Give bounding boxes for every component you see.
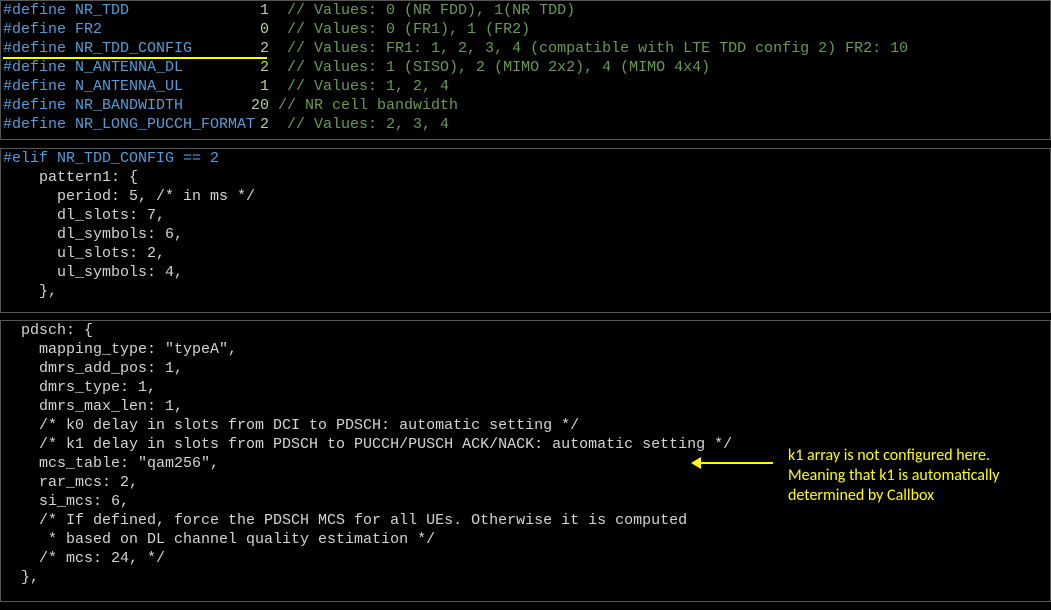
- define-row: #define N_ANTENNA_DL2 // Values: 1 (SISO…: [1, 58, 1050, 77]
- code-line: pattern1: {: [1, 168, 1050, 187]
- arrow-head-icon: [691, 457, 701, 469]
- code-line: },: [1, 282, 1050, 301]
- elif-line: #elif NR_TDD_CONFIG == 2: [1, 149, 1050, 168]
- code-line: },: [1, 568, 1050, 587]
- code-line: mapping_type: "typeA",: [1, 340, 1050, 359]
- code-line: * based on DL channel quality estimation…: [1, 530, 1050, 549]
- define-row: #define N_ANTENNA_UL1 // Values: 1, 2, 4: [1, 77, 1050, 96]
- code-line: ul_symbols: 4,: [1, 263, 1050, 282]
- code-line: dmrs_max_len: 1,: [1, 397, 1050, 416]
- code-line: /* mcs: 24, */: [1, 549, 1050, 568]
- code-line: /* If defined, force the PDSCH MCS for a…: [1, 511, 1050, 530]
- code-line: ul_slots: 2,: [1, 244, 1050, 263]
- define-row: #define NR_LONG_PUCCH_FORMAT2 // Values:…: [1, 115, 1050, 134]
- pattern-panel: #elif NR_TDD_CONFIG == 2 pattern1: { per…: [0, 148, 1051, 313]
- code-line: dmrs_type: 1,: [1, 378, 1050, 397]
- define-row: #define NR_TDD_CONFIG2 // Values: FR1: 1…: [1, 39, 1050, 58]
- code-line: dl_slots: 7,: [1, 206, 1050, 225]
- code-line: dmrs_add_pos: 1,: [1, 359, 1050, 378]
- annotation-text: k1 array is not configured here. Meaning…: [788, 446, 1038, 506]
- define-row: #define NR_TDD1 // Values: 0 (NR FDD), 1…: [1, 1, 1050, 20]
- code-line: pdsch: {: [1, 321, 1050, 340]
- code-line: dl_symbols: 6,: [1, 225, 1050, 244]
- define-row: #define FR20 // Values: 0 (FR1), 1 (FR2): [1, 20, 1050, 39]
- code-line: period: 5, /* in ms */: [1, 187, 1050, 206]
- code-line: /* k0 delay in slots from DCI to PDSCH: …: [1, 416, 1050, 435]
- define-row: #define NR_BANDWIDTH20 // NR cell bandwi…: [1, 96, 1050, 115]
- highlight-underline: [3, 57, 267, 59]
- pdsch-panel: pdsch: { mapping_type: "typeA", dmrs_add…: [0, 320, 1051, 602]
- arrow-line: [698, 462, 773, 464]
- defines-panel: #define NR_TDD1 // Values: 0 (NR FDD), 1…: [0, 0, 1051, 140]
